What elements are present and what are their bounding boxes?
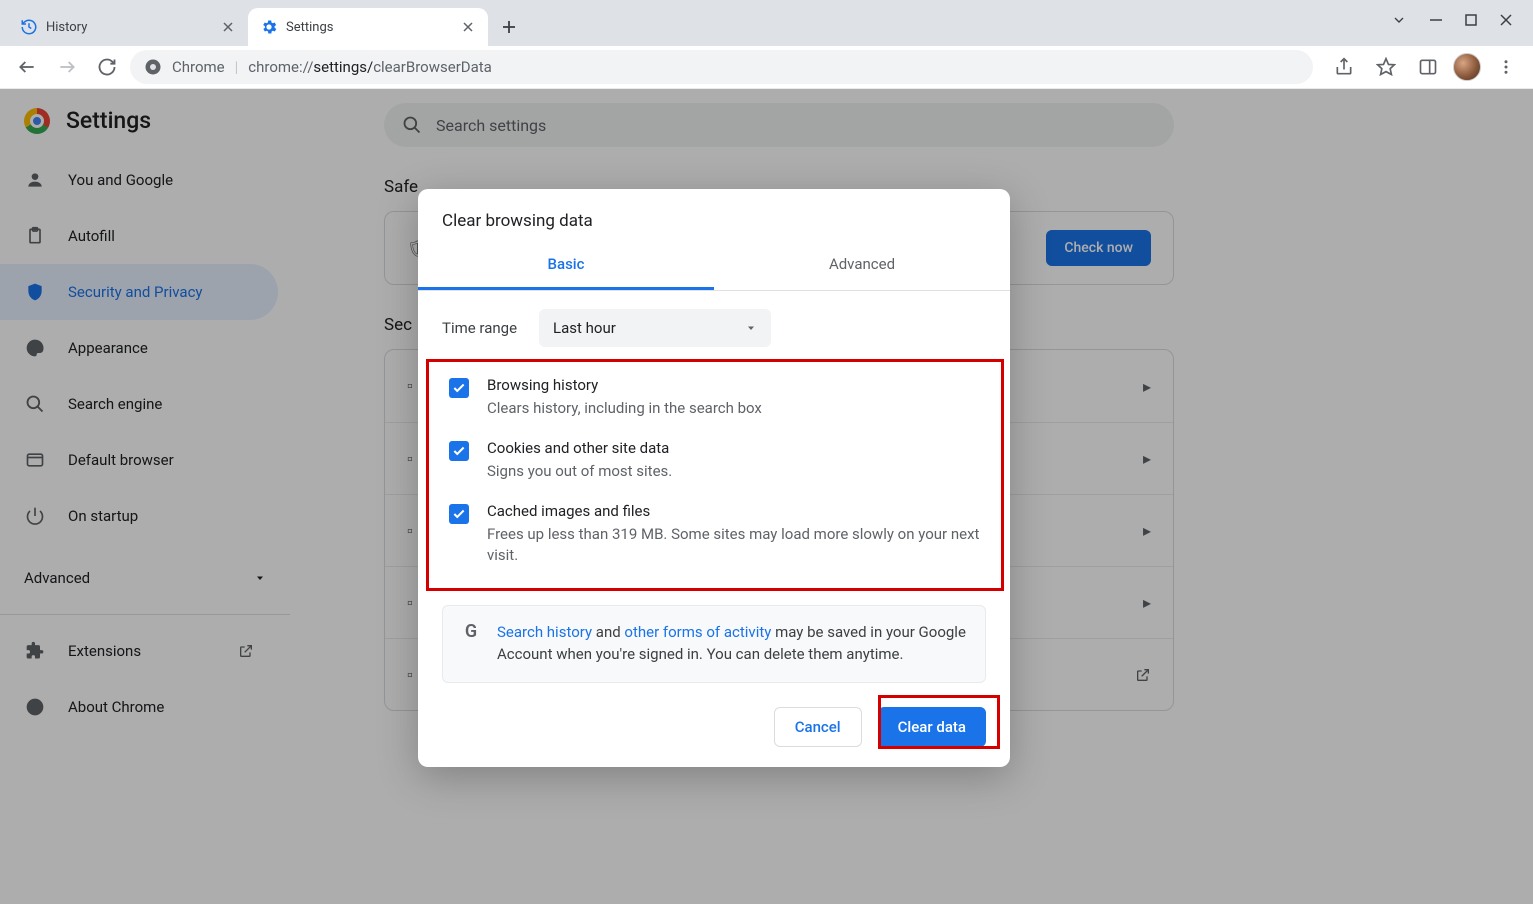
- search-history-link[interactable]: Search history: [497, 623, 592, 641]
- tab-history[interactable]: History: [8, 8, 248, 46]
- close-icon[interactable]: [460, 19, 476, 35]
- chevron-down-icon: [745, 322, 757, 334]
- dialog-actions: Cancel Clear data: [418, 683, 1010, 747]
- share-icon[interactable]: [1327, 50, 1361, 84]
- time-range-row: Time range Last hour: [418, 291, 1010, 359]
- url-divider: |: [235, 58, 239, 76]
- forward-button[interactable]: [50, 50, 84, 84]
- sidepanel-icon[interactable]: [1411, 50, 1445, 84]
- google-g-icon: G: [461, 622, 481, 642]
- address-bar[interactable]: Chrome | chrome://settings/clearBrowserD…: [130, 50, 1313, 84]
- gear-icon: [260, 18, 278, 36]
- option-title: Browsing history: [487, 376, 762, 394]
- close-window-icon[interactable]: [1499, 13, 1513, 27]
- option-cached[interactable]: Cached images and files Frees up less tha…: [445, 492, 991, 576]
- option-desc: Frees up less than 319 MB. Some sites ma…: [487, 524, 987, 566]
- maximize-icon[interactable]: [1465, 14, 1477, 26]
- tab-title: History: [46, 20, 87, 35]
- time-range-value: Last hour: [553, 319, 616, 337]
- option-browsing-history[interactable]: Browsing history Clears history, includin…: [445, 366, 991, 429]
- new-tab-button[interactable]: [494, 12, 524, 42]
- tab-search-icon[interactable]: [1391, 12, 1407, 28]
- time-range-label: Time range: [442, 319, 517, 337]
- window-controls: [1371, 0, 1533, 40]
- option-cookies[interactable]: Cookies and other site data Signs you out…: [445, 429, 991, 492]
- minimize-icon[interactable]: [1429, 13, 1443, 27]
- back-button[interactable]: [10, 50, 44, 84]
- other-activity-link[interactable]: other forms of activity: [624, 623, 771, 641]
- url-prefix: Chrome: [172, 58, 225, 76]
- history-icon: [20, 18, 38, 36]
- info-text: Search history and other forms of activi…: [497, 622, 967, 666]
- url-text: chrome://settings/clearBrowserData: [248, 58, 492, 76]
- tab-settings[interactable]: Settings: [248, 8, 488, 46]
- option-title: Cookies and other site data: [487, 439, 672, 457]
- tab-title: Settings: [286, 20, 333, 35]
- time-range-select[interactable]: Last hour: [539, 309, 771, 347]
- tab-strip: History Settings: [0, 0, 1533, 46]
- google-account-info: G Search history and other forms of acti…: [442, 605, 986, 683]
- checkbox-checked-icon[interactable]: [449, 378, 469, 398]
- tab-advanced[interactable]: Advanced: [714, 241, 1010, 290]
- chrome-page-icon: [144, 58, 162, 76]
- option-title: Cached images and files: [487, 502, 987, 520]
- tab-basic[interactable]: Basic: [418, 241, 714, 290]
- clear-browsing-data-dialog: Clear browsing data Basic Advanced Time …: [418, 189, 1010, 767]
- browser-toolbar: Chrome | chrome://settings/clearBrowserD…: [0, 46, 1533, 89]
- profile-avatar[interactable]: [1453, 53, 1481, 81]
- kebab-menu-icon[interactable]: [1489, 50, 1523, 84]
- options-highlight: Browsing history Clears history, includin…: [426, 359, 1004, 591]
- toolbar-actions: [1319, 50, 1523, 84]
- checkbox-checked-icon[interactable]: [449, 504, 469, 524]
- dialog-title: Clear browsing data: [418, 189, 1010, 241]
- browser-chrome: History Settings Chrome | chrome://setti…: [0, 0, 1533, 89]
- reload-button[interactable]: [90, 50, 124, 84]
- clear-data-button[interactable]: Clear data: [878, 707, 986, 747]
- option-desc: Clears history, including in the search …: [487, 398, 762, 419]
- cancel-button[interactable]: Cancel: [774, 707, 862, 747]
- close-icon[interactable]: [220, 19, 236, 35]
- checkbox-checked-icon[interactable]: [449, 441, 469, 461]
- dialog-tabs: Basic Advanced: [418, 241, 1010, 291]
- bookmark-icon[interactable]: [1369, 50, 1403, 84]
- option-desc: Signs you out of most sites.: [487, 461, 672, 482]
